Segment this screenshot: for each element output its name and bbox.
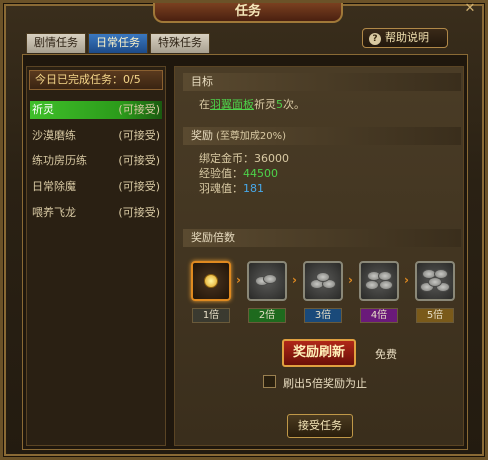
- multiplier-row: › › › › 1倍 2倍 3倍 4倍 5倍: [189, 261, 459, 331]
- daily-progress-header: 今日已完成任务：0/5: [29, 70, 163, 90]
- multiplier-label-4: 4倍: [360, 308, 398, 323]
- quest-state: (可接受): [118, 103, 160, 116]
- multiplier-slot-1[interactable]: [191, 261, 231, 301]
- reward-heading-text: 奖励: [191, 129, 213, 142]
- gold-value: 36000: [254, 152, 289, 165]
- reward-subheading: (至尊加成20%): [216, 131, 287, 142]
- goal-suffix: 次。: [283, 98, 305, 111]
- multiplier-slot-3[interactable]: [303, 261, 343, 301]
- quest-state: (可接受): [118, 154, 160, 167]
- quest-item-demon[interactable]: 日常除魔 (可接受): [30, 178, 162, 196]
- quest-name: 祈灵: [32, 103, 54, 116]
- reward-exp: 经验值：44500: [199, 167, 278, 181]
- arrow-icon: ›: [236, 273, 241, 287]
- goal-count: 5: [276, 98, 283, 111]
- goal-prefix: 在: [199, 98, 210, 111]
- goal-text: 在羽翼面板祈灵5次。: [199, 98, 305, 112]
- multiplier-slot-5[interactable]: [415, 261, 455, 301]
- silver-coin-icon: [316, 272, 330, 282]
- reward-gold: 绑定金币：36000: [199, 152, 289, 166]
- goal-mid: 祈灵: [254, 98, 276, 111]
- silver-coin-icon: [434, 269, 448, 279]
- accept-quest-button[interactable]: 接受任务: [287, 414, 353, 438]
- auto-refresh-label: 刷出5倍奖励为止: [283, 377, 367, 390]
- multiplier-label-1: 1倍: [192, 308, 230, 323]
- exp-label: 经验值：: [199, 167, 243, 180]
- multiplier-label-2: 2倍: [248, 308, 286, 323]
- silver-coin-icon: [379, 280, 393, 290]
- silver-coin-icon: [365, 280, 379, 290]
- tab-special[interactable]: 特殊任务: [150, 33, 210, 53]
- quest-item-qiling[interactable]: 祈灵 (可接受): [30, 101, 162, 119]
- tab-story[interactable]: 剧情任务: [26, 33, 86, 53]
- gold-coin-icon: [204, 274, 218, 288]
- soul-value: 181: [243, 182, 264, 195]
- silver-coin-icon: [263, 274, 277, 284]
- quest-item-training[interactable]: 练功房历练 (可接受): [30, 152, 162, 170]
- multiplier-slot-2[interactable]: [247, 261, 287, 301]
- quest-item-desert[interactable]: 沙漠磨练 (可接受): [30, 127, 162, 145]
- quest-detail-panel: 目标 在羽翼面板祈灵5次。 奖励 (至尊加成20%) 绑定金币：36000 经验值…: [174, 66, 464, 446]
- quest-item-dragon[interactable]: 喂养飞龙 (可接受): [30, 204, 162, 222]
- multiplier-label-5: 5倍: [416, 308, 454, 323]
- question-icon: ?: [369, 33, 381, 45]
- tab-daily[interactable]: 日常任务: [88, 33, 148, 53]
- help-button[interactable]: ? 帮助说明: [362, 28, 448, 48]
- refresh-cost: 免费: [375, 348, 397, 361]
- multiplier-heading: 奖励倍数: [183, 229, 461, 247]
- reward-soul: 羽魂值：181: [199, 182, 264, 196]
- window-title-text: 任务: [234, 4, 261, 19]
- close-icon[interactable]: ✕: [461, 1, 479, 17]
- auto-refresh-checkbox[interactable]: [263, 375, 276, 388]
- reward-refresh-button[interactable]: 奖励刷新: [282, 339, 356, 367]
- help-label: 帮助说明: [385, 31, 429, 44]
- arrow-icon: ›: [404, 273, 409, 287]
- window-title: 任务: [153, 3, 343, 23]
- tab-bar: 剧情任务 日常任务 特殊任务: [26, 33, 210, 53]
- quest-state: (可接受): [118, 129, 160, 142]
- arrow-icon: ›: [348, 273, 353, 287]
- quest-name: 练功房历练: [32, 154, 87, 167]
- silver-coin-icon: [378, 271, 392, 281]
- soul-label: 羽魂值：: [199, 182, 243, 195]
- exp-value: 44500: [243, 167, 278, 180]
- quest-name: 沙漠磨练: [32, 129, 76, 142]
- arrow-icon: ›: [292, 273, 297, 287]
- reward-heading: 奖励 (至尊加成20%): [183, 127, 461, 145]
- multiplier-label-3: 3倍: [304, 308, 342, 323]
- goal-heading: 目标: [183, 73, 461, 91]
- gold-label: 绑定金币：: [199, 152, 254, 165]
- goal-link[interactable]: 羽翼面板: [210, 98, 254, 111]
- quest-list-panel: 今日已完成任务：0/5 祈灵 (可接受) 沙漠磨练 (可接受) 练功房历练 (可…: [26, 66, 166, 446]
- multiplier-slot-4[interactable]: [359, 261, 399, 301]
- quest-state: (可接受): [118, 206, 160, 219]
- quest-name: 喂养飞龙: [32, 206, 76, 219]
- quest-name: 日常除魔: [32, 180, 76, 193]
- quest-state: (可接受): [118, 180, 160, 193]
